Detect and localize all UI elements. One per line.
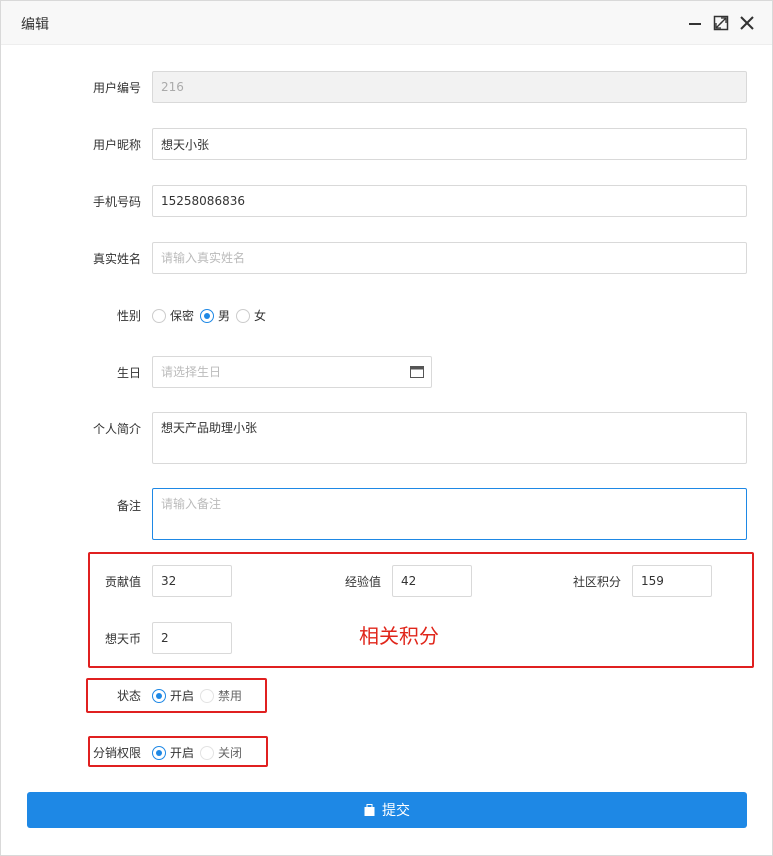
coins-field[interactable] xyxy=(152,622,232,654)
remark-label: 备注 xyxy=(116,499,141,513)
phone-label: 手机号码 xyxy=(92,195,141,209)
distribution-label: 分销权限 xyxy=(92,746,141,760)
gender-radio-group: 保密 男 女 xyxy=(152,307,272,324)
distribution-radio-group: 开启 关闭 xyxy=(152,744,248,761)
gender-option-male[interactable]: 男 xyxy=(200,307,230,324)
remark-field[interactable] xyxy=(152,488,747,540)
edit-dialog: 编辑 用户编号 用户昵称 手机号码 真实姓名 性别 保密 男 女 生日 xyxy=(0,0,773,856)
submit-button[interactable]: 提交 xyxy=(27,792,747,828)
gender-label: 性别 xyxy=(116,309,141,323)
gender-option-female[interactable]: 女 xyxy=(236,307,266,324)
real-name-label: 真实姓名 xyxy=(92,252,141,266)
user-id-label: 用户编号 xyxy=(92,81,141,95)
distribution-option-off[interactable]: 关闭 xyxy=(200,744,242,761)
dialog-titlebar: 编辑 xyxy=(1,1,772,45)
status-option-disabled[interactable]: 禁用 xyxy=(200,687,242,704)
experience-field[interactable] xyxy=(392,565,472,597)
status-radio-group: 开启 禁用 xyxy=(152,687,248,704)
submit-label: 提交 xyxy=(382,803,410,819)
close-icon[interactable] xyxy=(737,13,757,33)
contribution-label: 贡献值 xyxy=(104,575,141,589)
maximize-icon[interactable] xyxy=(711,13,731,33)
community-points-label: 社区积分 xyxy=(572,575,621,589)
points-annotation: 相关积分 xyxy=(359,624,439,648)
radio-icon xyxy=(200,745,215,760)
dialog-title: 编辑 xyxy=(21,17,49,33)
save-icon xyxy=(364,804,375,816)
bio-field[interactable]: 想天产品助理小张 xyxy=(152,412,747,464)
bio-label: 个人简介 xyxy=(92,422,141,436)
user-id-field xyxy=(152,71,747,103)
nickname-label: 用户昵称 xyxy=(92,138,141,152)
status-option-on[interactable]: 开启 xyxy=(152,687,194,704)
phone-field[interactable] xyxy=(152,185,747,217)
contribution-field[interactable] xyxy=(152,565,232,597)
gender-option-secret[interactable]: 保密 xyxy=(152,307,194,324)
birthday-field[interactable] xyxy=(152,356,432,388)
experience-label: 经验值 xyxy=(344,575,381,589)
radio-checked-icon xyxy=(152,688,166,703)
community-points-field[interactable] xyxy=(632,565,712,597)
distribution-option-on[interactable]: 开启 xyxy=(152,744,194,761)
coins-label: 想天币 xyxy=(104,632,141,646)
nickname-field[interactable] xyxy=(152,128,747,160)
radio-icon xyxy=(200,688,215,703)
status-label: 状态 xyxy=(116,689,141,703)
radio-checked-icon xyxy=(200,308,215,323)
radio-checked-icon xyxy=(152,745,166,760)
radio-icon xyxy=(236,308,251,323)
radio-icon xyxy=(152,308,166,323)
real-name-field[interactable] xyxy=(152,242,747,274)
birthday-label: 生日 xyxy=(116,366,141,380)
minimize-icon[interactable] xyxy=(685,13,705,33)
calendar-icon[interactable] xyxy=(410,365,424,378)
